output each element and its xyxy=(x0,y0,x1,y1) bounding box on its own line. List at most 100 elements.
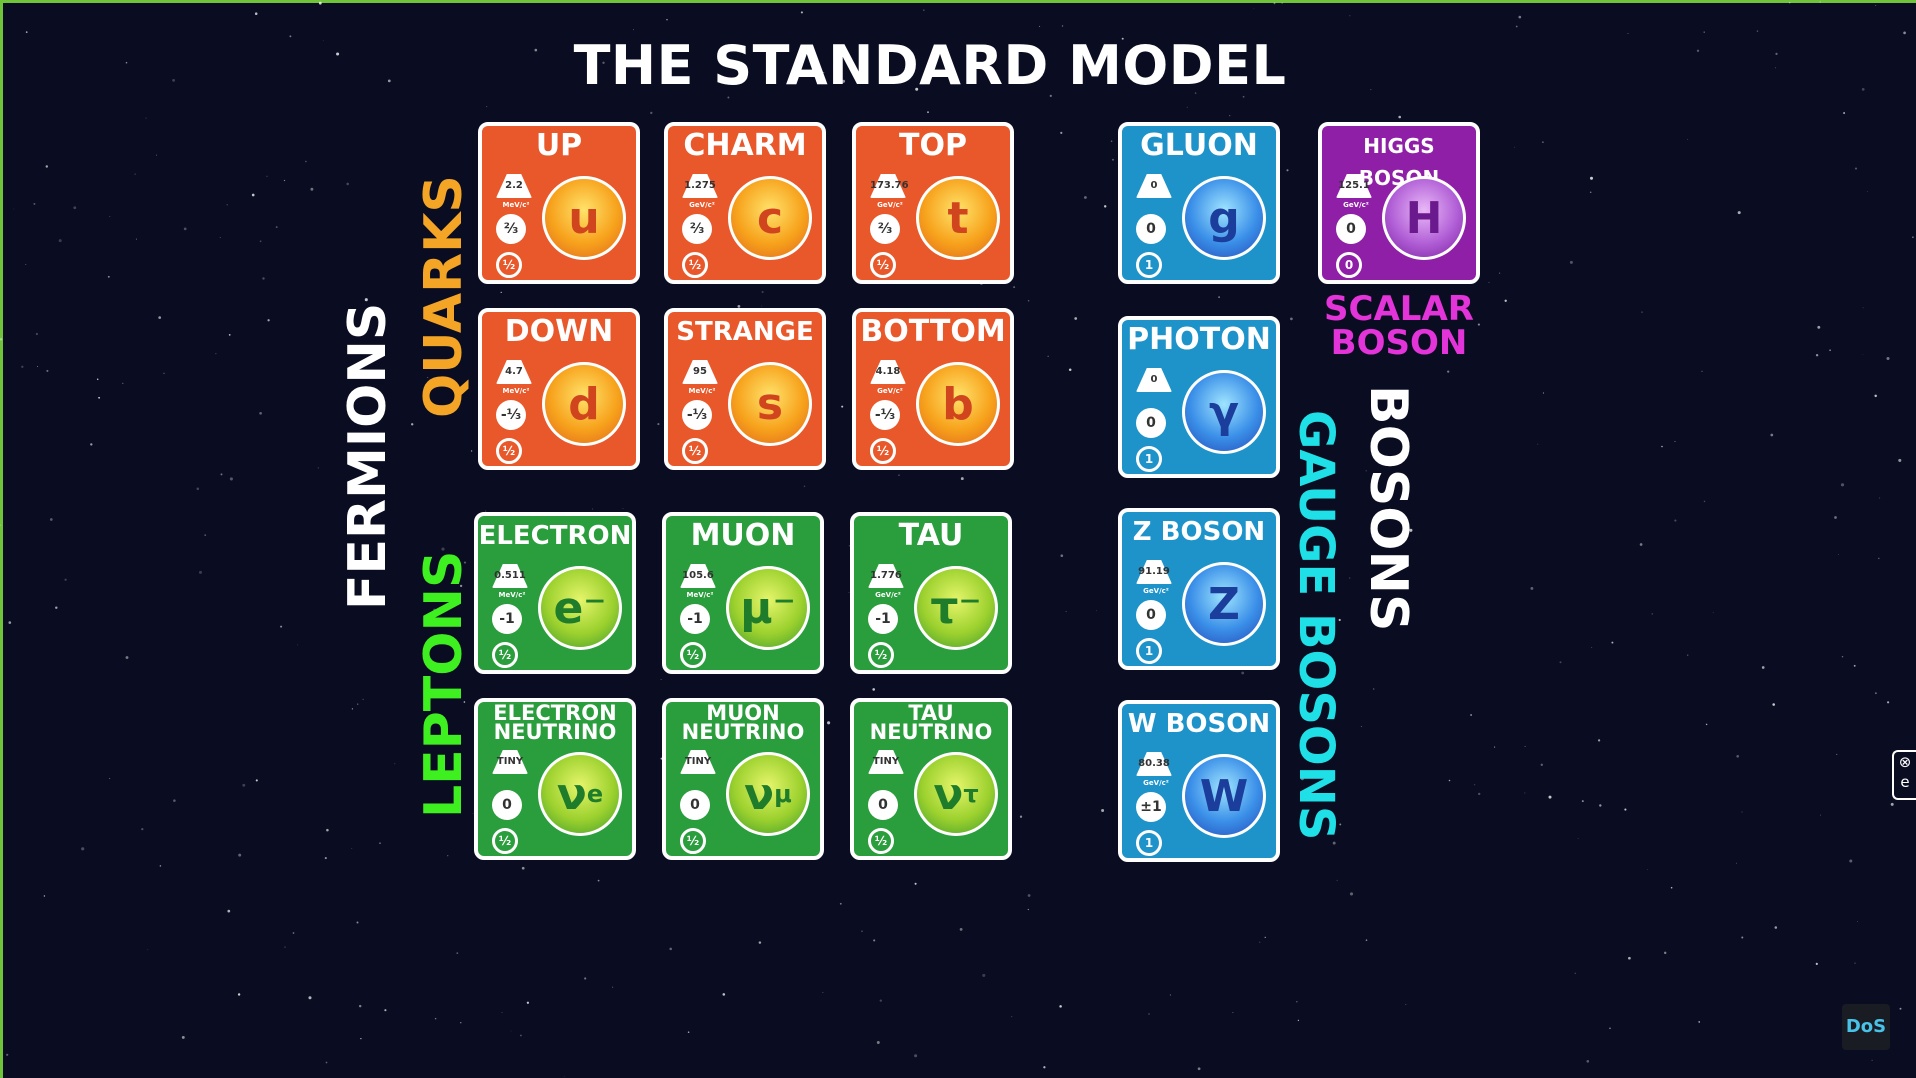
spin-icon: 1 xyxy=(1136,252,1162,278)
spin-icon: ½ xyxy=(868,828,894,854)
charge-icon: 0 xyxy=(1136,214,1166,244)
particle-card-z-boson: Z BOSON 91.19 GeV/c² 0 1 Z xyxy=(1118,508,1280,670)
particle-symbol: s xyxy=(728,362,812,446)
charge-icon: 0 xyxy=(492,790,522,820)
mass-value: 95 xyxy=(693,366,707,377)
charge-icon: ⅔ xyxy=(496,214,526,244)
mass-value: 4.7 xyxy=(505,366,523,377)
particle-card-tau-neutrino: TAU NEUTRINO TINY 0 ½ ν τ xyxy=(850,698,1012,860)
mass-value: 1.275 xyxy=(684,180,716,191)
spin-icon: ½ xyxy=(680,642,706,668)
particle-card-bottom: BOTTOM 4.18 GeV/c² -⅓ ½ b xyxy=(852,308,1014,470)
particle-name: GLUON xyxy=(1140,128,1258,163)
particle-name: BOTTOM xyxy=(860,314,1006,349)
mass-weight-icon: 1.275 GeV/c² xyxy=(682,174,718,209)
particle-card-muon-neutrino: MUON NEUTRINO TINY 0 ½ ν μ xyxy=(662,698,824,860)
charge-icon: 0 xyxy=(868,790,898,820)
particle-name: DOWN xyxy=(504,314,614,349)
particle-symbol: d xyxy=(542,362,626,446)
mass-unit: GeV/c² xyxy=(689,201,715,209)
side-widget[interactable]: ⊗ e xyxy=(1892,750,1916,800)
mass-weight-icon: 125.1 GeV/c² xyxy=(1336,174,1372,209)
particle-symbol: H xyxy=(1382,176,1466,260)
spin-icon: 1 xyxy=(1136,830,1162,856)
mass-unit: GeV/c² xyxy=(1143,587,1169,595)
particle-card-electron: ELECTRON 0.511 MeV/c² -1 ½ e⁻ xyxy=(474,512,636,674)
mass-unit: MeV/c² xyxy=(502,201,530,209)
mass-weight-icon: TINY xyxy=(492,750,528,776)
particle-card-muon: MUON 105.6 MeV/c² -1 ½ μ⁻ xyxy=(662,512,824,674)
spin-icon: ½ xyxy=(682,252,708,278)
mass-weight-icon: 0.511 MeV/c² xyxy=(492,564,528,599)
mass-weight-icon: 0 xyxy=(1136,174,1172,200)
particle-symbol: τ⁻ xyxy=(914,566,998,650)
gauge-bosons-label: GAUGE BOSONS xyxy=(1288,410,1344,841)
mass-value: 105.6 xyxy=(682,570,714,581)
mass-value: 91.19 xyxy=(1138,566,1170,577)
particle-symbol: W xyxy=(1182,754,1266,838)
mass-unit: MeV/c² xyxy=(498,591,526,599)
spin-icon: 1 xyxy=(1136,638,1162,664)
scalar-boson-label-line1: SCALAR xyxy=(1324,289,1474,329)
particle-name: TAU NEUTRINO xyxy=(869,701,993,744)
fermions-label: FERMIONS xyxy=(338,302,398,610)
mass-unit: MeV/c² xyxy=(502,387,530,395)
mass-unit: GeV/c² xyxy=(1143,779,1169,787)
mass-unit: MeV/c² xyxy=(688,387,716,395)
mass-weight-icon: 1.776 GeV/c² xyxy=(868,564,904,599)
mass-weight-icon: TINY xyxy=(680,750,716,776)
particle-card-higgs-boson: HIGGS BOSON 125.1 GeV/c² 0 0 H xyxy=(1318,122,1480,284)
particle-name: ELECTRON xyxy=(478,521,632,551)
spin-icon: ½ xyxy=(868,642,894,668)
scalar-boson-label: SCALAR BOSON xyxy=(1318,292,1480,360)
mass-value: 0 xyxy=(1150,180,1158,191)
mass-value: TINY xyxy=(872,756,900,767)
particle-name: STRANGE xyxy=(676,317,814,347)
particle-symbol: g xyxy=(1182,176,1266,260)
spin-icon: ½ xyxy=(492,642,518,668)
spin-icon: ½ xyxy=(496,252,522,278)
mass-weight-icon: 4.7 MeV/c² xyxy=(496,360,532,395)
charge-icon: 0 xyxy=(1136,600,1166,630)
particle-name: ELECTRON NEUTRINO xyxy=(493,701,617,744)
particle-symbol: μ⁻ xyxy=(726,566,810,650)
charge-icon: -1 xyxy=(868,604,898,634)
particle-card-w-boson: W BOSON 80.38 GeV/c² ±1 1 W xyxy=(1118,700,1280,862)
particle-card-tau: TAU 1.776 GeV/c² -1 ½ τ⁻ xyxy=(850,512,1012,674)
mass-value: 125.1 xyxy=(1338,180,1370,191)
mass-value: TINY xyxy=(496,756,524,767)
charge-icon: -1 xyxy=(492,604,522,634)
mass-unit: MeV/c² xyxy=(686,591,714,599)
page-title: THE STANDARD MODEL xyxy=(573,34,1287,97)
mass-unit: GeV/c² xyxy=(877,387,903,395)
particle-name: UP xyxy=(535,128,583,163)
mass-value: 2.2 xyxy=(505,180,523,191)
mass-value: 0 xyxy=(1150,374,1158,385)
particle-name: TAU xyxy=(898,518,964,553)
mass-weight-icon: 91.19 GeV/c² xyxy=(1136,560,1172,595)
particle-card-top: TOP 173.76 GeV/c² ⅔ ½ t xyxy=(852,122,1014,284)
particle-name: W BOSON xyxy=(1127,709,1271,739)
mass-weight-icon: 105.6 MeV/c² xyxy=(680,564,716,599)
charge-icon: -1 xyxy=(680,604,710,634)
mass-unit: GeV/c² xyxy=(1343,201,1369,209)
particle-symbol: γ xyxy=(1182,370,1266,454)
spin-icon: ½ xyxy=(680,828,706,854)
particle-name: Z BOSON xyxy=(1132,517,1266,547)
particle-card-gluon: GLUON 0 0 1 g xyxy=(1118,122,1280,284)
particle-symbol: Z xyxy=(1182,562,1266,646)
quarks-label: QUARKS xyxy=(414,175,474,418)
edge-icon[interactable]: e xyxy=(1894,772,1916,792)
mass-weight-icon: 4.18 GeV/c² xyxy=(870,360,906,395)
mass-weight-icon: TINY xyxy=(868,750,904,776)
spin-icon: ½ xyxy=(492,828,518,854)
close-icon[interactable]: ⊗ xyxy=(1894,752,1916,772)
charge-icon: -⅓ xyxy=(870,400,900,430)
particle-card-up: UP 2.2 MeV/c² ⅔ ½ u xyxy=(478,122,640,284)
spin-icon: ½ xyxy=(682,438,708,464)
mass-value: 0.511 xyxy=(494,570,526,581)
particle-name: MUON NEUTRINO xyxy=(681,701,805,744)
particle-name: MUON xyxy=(690,518,796,553)
particle-name: TOP xyxy=(899,128,967,163)
mass-weight-icon: 173.76 GeV/c² xyxy=(870,174,909,209)
